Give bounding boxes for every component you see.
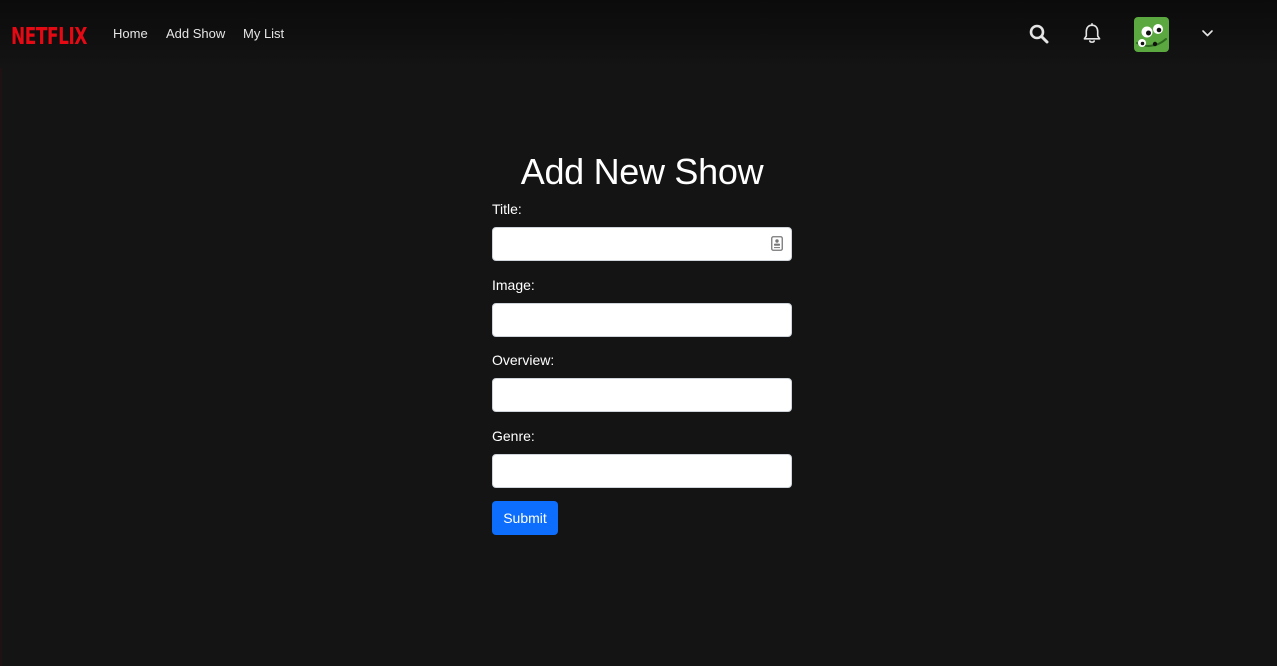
page-title: Add New Show [520,151,764,192]
overview-label: Overview: [492,352,555,368]
overview-input[interactable] [492,378,792,412]
netflix-logo[interactable]: NETFLIX [11,23,87,47]
genre-label: Genre: [492,428,535,444]
chevron-down-icon[interactable] [1201,28,1214,38]
window-edge [0,0,2,666]
image-label: Image: [492,277,535,293]
nav-link-home[interactable]: Home [113,26,148,42]
title-input[interactable] [492,227,792,261]
page: NETFLIX Home Add Show My List Add New Sh… [0,0,1277,666]
image-input[interactable] [492,303,792,337]
avatar[interactable] [1134,17,1169,52]
submit-button[interactable]: Submit [492,501,558,535]
title-field-wrapper [492,227,792,261]
contact-card-icon[interactable] [771,236,783,251]
search-icon[interactable] [1029,24,1049,44]
bell-icon[interactable] [1082,23,1102,45]
top-navbar: NETFLIX Home Add Show My List [0,0,1277,68]
title-label: Title: [492,201,522,217]
genre-input[interactable] [492,454,792,488]
nav-link-add-show[interactable]: Add Show [166,26,225,42]
svg-text:NETFLIX: NETFLIX [11,24,87,47]
nav-link-my-list[interactable]: My List [243,26,284,42]
